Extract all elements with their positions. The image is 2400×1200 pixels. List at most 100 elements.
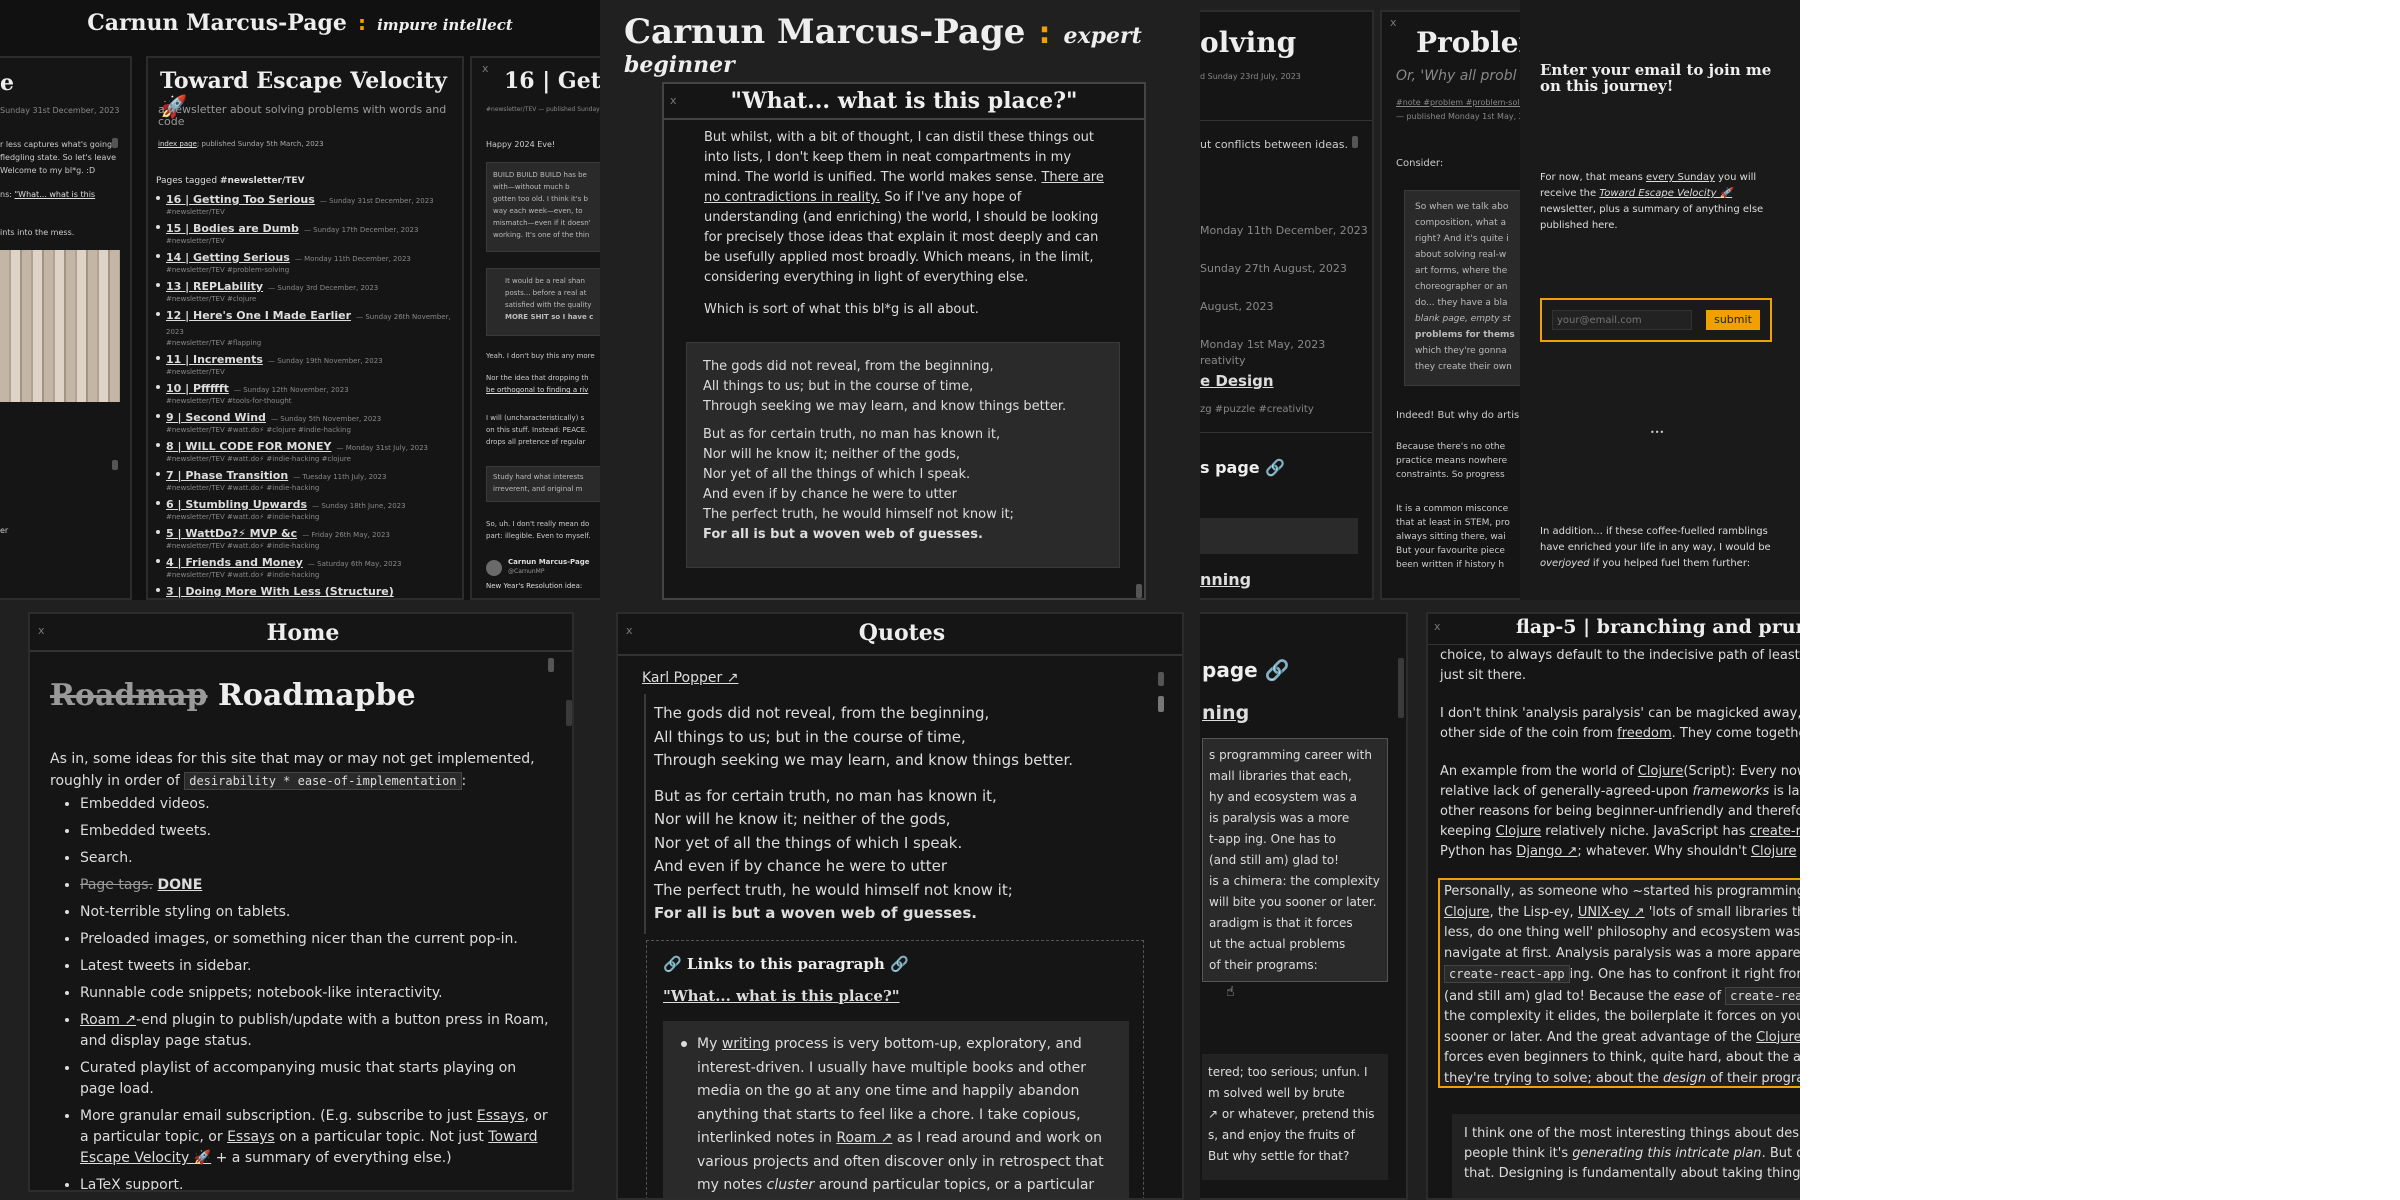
site-name[interactable]: Carnun Marcus-Page xyxy=(87,10,347,36)
freedom-link[interactable]: freedom xyxy=(1617,726,1672,741)
text-line: just sit there. xyxy=(1440,668,1526,683)
tev-meta: index page; published Sunday 5th March, … xyxy=(158,140,324,148)
tev-item-link[interactable]: 9 | Second Wind xyxy=(166,411,266,424)
scrollbar[interactable] xyxy=(112,460,118,470)
scrollbar[interactable] xyxy=(566,700,572,726)
text-em: generating this intricate plan xyxy=(1572,1146,1762,1161)
planning-link[interactable]: nning xyxy=(1200,570,1251,589)
create-react-link[interactable]: create-rea xyxy=(1750,824,1800,839)
tev-item-tags: #newsletter/TEV xyxy=(166,237,225,245)
text: (Script): Every now a xyxy=(1683,764,1800,779)
text: ; whatever. Why shouldn't xyxy=(1577,844,1747,859)
roadmap-heading: Roadmap Roadmapbe xyxy=(50,678,416,713)
close-icon[interactable]: x xyxy=(482,62,489,75)
karl-popper-link[interactable]: Karl Popper ↗ xyxy=(642,670,738,686)
post-p5: So, uh. I don't really mean do part: ille… xyxy=(486,518,590,542)
text-line: other reasons for being beginner-unfrien… xyxy=(1440,804,1800,819)
roam-link[interactable]: Roam ↗ xyxy=(80,1012,136,1028)
item-strike: Page tags. xyxy=(80,877,154,893)
item-text: + a summary of everything else.) xyxy=(215,1150,452,1166)
scrollbar[interactable] xyxy=(1352,136,1358,148)
tile-quotes: x Quotes Karl Popper ↗ The gods did not … xyxy=(600,600,1200,1200)
writing-link[interactable]: writing xyxy=(722,1036,770,1052)
text-line: right? And it's quite i xyxy=(1415,234,1509,244)
poem-line: The perfect truth, he would himself not … xyxy=(654,880,1013,899)
poem-line: Through seeking we may learn, and know t… xyxy=(703,399,1067,414)
para-1: But whilst, with a bit of thought, I can… xyxy=(704,128,1104,288)
scrollbar[interactable] xyxy=(1136,584,1142,598)
django-link[interactable]: Django ↗ xyxy=(1516,844,1577,859)
poem-line: Nor will he know it; neither of the gods… xyxy=(703,447,960,462)
site-name[interactable]: Carnun Marcus-Page xyxy=(624,12,1025,52)
tev-item-link[interactable]: 4 | Friends and Money xyxy=(166,556,303,569)
quote-line: BUILD BUILD BUILD has be xyxy=(493,171,587,179)
email-input[interactable] xyxy=(1552,310,1692,330)
text-line: which they're gonna xyxy=(1415,346,1507,356)
tev-item-link[interactable]: 8 | WILL CODE FOR MONEY xyxy=(166,440,331,453)
bullet xyxy=(156,501,160,505)
tev-item-link[interactable]: 16 | Getting Too Serious xyxy=(166,193,315,206)
index-page-link[interactable]: index page xyxy=(158,140,197,148)
tev-list-item: 10 | Pffffft — Sunday 12th November, 202… xyxy=(156,381,461,407)
unix-link[interactable]: UNIX-ey ↗ xyxy=(1578,905,1645,920)
scrollbar[interactable] xyxy=(112,138,118,148)
done-link[interactable]: DONE xyxy=(158,877,203,893)
essays-link[interactable]: Essays xyxy=(227,1129,275,1145)
text: For now, that means xyxy=(1540,172,1643,183)
partial-frag-3: er xyxy=(0,526,9,535)
text: newsletter, plus a summary of anything e… xyxy=(1540,204,1764,231)
close-icon[interactable]: x xyxy=(1390,16,1397,29)
submit-button[interactable]: submit xyxy=(1706,310,1760,330)
every-sunday-link[interactable]: every Sunday xyxy=(1646,172,1715,183)
essays-link[interactable]: Essays xyxy=(477,1108,525,1124)
close-icon[interactable]: x xyxy=(1434,620,1441,633)
roam-link[interactable]: Roam ↗ xyxy=(836,1130,892,1146)
scrollbar[interactable] xyxy=(1398,658,1404,718)
tweet-text: New Year's Resolution idea: xyxy=(486,582,583,590)
item-text: Not-terrible styling on tablets. xyxy=(80,904,291,920)
clojure-link[interactable]: Clojure xyxy=(1638,764,1684,779)
text: of their programs: xyxy=(1710,1070,1800,1086)
tev-item-link[interactable]: 10 | Pffffft xyxy=(166,382,229,395)
tev-link[interactable]: Toward Escape Velocity 🚀 xyxy=(1599,188,1732,199)
poem-block: The gods did not reveal, from the beginn… xyxy=(686,342,1120,568)
scrollbar[interactable] xyxy=(548,658,554,672)
tev-item-link[interactable]: 13 | REPLability xyxy=(166,280,263,293)
tev-item-link[interactable]: 6 | Stumbling Upwards xyxy=(166,498,307,511)
clojure-link[interactable]: Clojure xyxy=(1496,824,1542,839)
tev-item-date: — Sunday 3rd December, 2023 xyxy=(268,284,379,292)
item-text: on a particular topic. Not just xyxy=(279,1129,484,1145)
quote-line: working. It's one of the thin xyxy=(493,231,590,239)
tev-item-link[interactable]: 3 | Doing More With Less (Structure) xyxy=(166,585,394,598)
scrollbar[interactable] xyxy=(1158,696,1164,712)
poem-line: And even if by chance he were to utter xyxy=(654,857,948,875)
partial-link[interactable]: "What... what is this xyxy=(14,190,95,199)
links-heading: s page 🔗 xyxy=(1200,458,1286,477)
design-link[interactable]: e Design xyxy=(1200,372,1274,390)
text-link[interactable]: be orthogonal to finding a riv xyxy=(486,384,589,396)
tev-item-link[interactable]: 11 | Increments xyxy=(166,353,263,366)
text-line: people think it's generating this intric… xyxy=(1464,1144,1800,1164)
tev-item-link[interactable]: 7 | Phase Transition xyxy=(166,469,288,482)
clojure-link[interactable]: Clojure xyxy=(1751,844,1797,859)
tagged-tag[interactable]: #newsletter/TEV xyxy=(220,176,305,186)
clojure-link[interactable]: Clojure xyxy=(1444,905,1490,920)
text-line: m solved well by brute xyxy=(1208,1086,1345,1100)
backlink-what[interactable]: "What... what is this place?" xyxy=(663,987,900,1005)
tev-item-link[interactable]: 5 | WattDo?⚡ MVP &c xyxy=(166,527,297,540)
text-line: keeping Clojure relatively niche. JavaSc… xyxy=(1440,822,1800,842)
item-text: Preloaded images, or something nicer tha… xyxy=(80,931,518,947)
tev-item-link[interactable]: 14 | Getting Serious xyxy=(166,251,290,264)
separator-dots: ••• xyxy=(1650,428,1665,437)
tags: zg #puzzle #creativity xyxy=(1200,404,1314,415)
bullet xyxy=(156,196,160,200)
tev-item-link[interactable]: 12 | Here's One I Made Earlier xyxy=(166,309,351,322)
scrollbar[interactable] xyxy=(1158,672,1164,686)
clojure-link[interactable]: Clojure xyxy=(1756,1030,1800,1045)
poem-line: For all is but a woven web of guesses. xyxy=(654,904,977,922)
tev-item-link[interactable]: 15 | Bodies are Dumb xyxy=(166,222,299,235)
planning-link[interactable]: ning xyxy=(1202,702,1249,724)
quote-line: MORE SHIT so I have c xyxy=(505,313,594,321)
item-text: Embedded tweets. xyxy=(80,823,212,839)
problem-solving-card: olving d Sunday 23rd July, 2023 ut confl… xyxy=(1200,10,1374,600)
